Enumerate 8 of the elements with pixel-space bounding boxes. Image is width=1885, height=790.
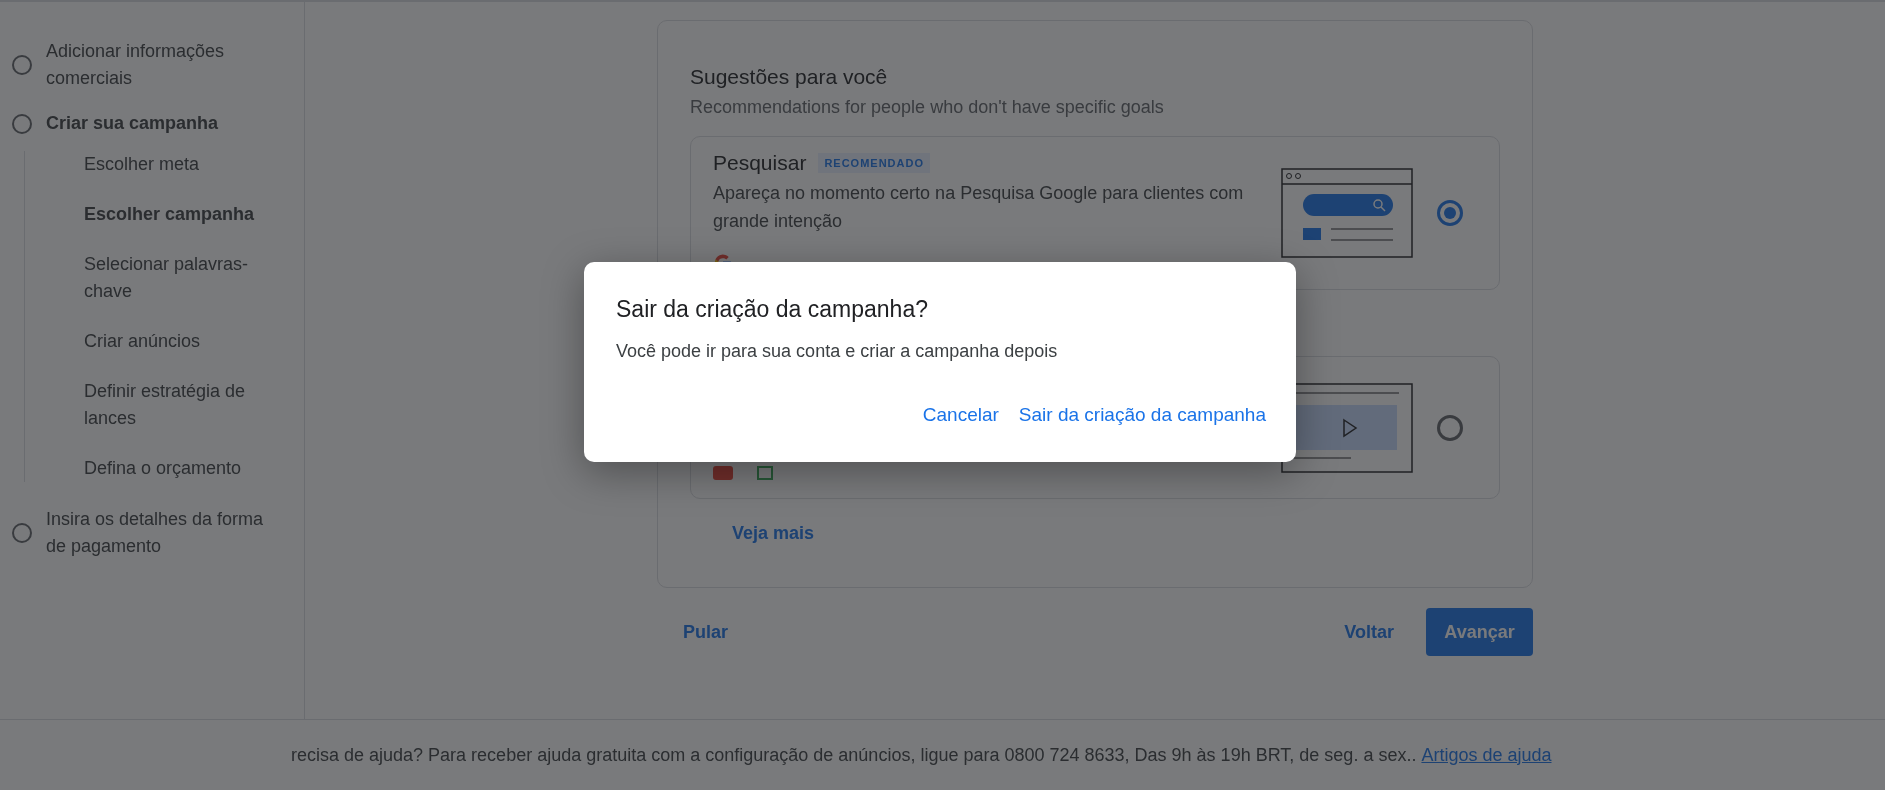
dialog-title: Sair da criação da campanha? — [616, 296, 929, 323]
option-title: Pesquisar — [713, 151, 807, 175]
recommended-badge: RECOMENDADO — [818, 153, 930, 173]
card-title: Sugestões para você — [690, 65, 889, 89]
dialog-message: Você pode ir para sua conta e criar a campanha depois — [616, 341, 1059, 362]
option-description: Apareça no momento certo na Pesquisa Google para clientes com grande intenção — [713, 182, 1245, 233]
help-text: recisa de ajuda? Para receber ajuda gratuita com a configuração de anúncios, ligue para 0800 724 8633, Das 9h às 19h BRT, de seg. a sex.. — [291, 744, 1417, 766]
card-subtitle: Recommendations for people who don't have specific goals — [690, 97, 1165, 118]
